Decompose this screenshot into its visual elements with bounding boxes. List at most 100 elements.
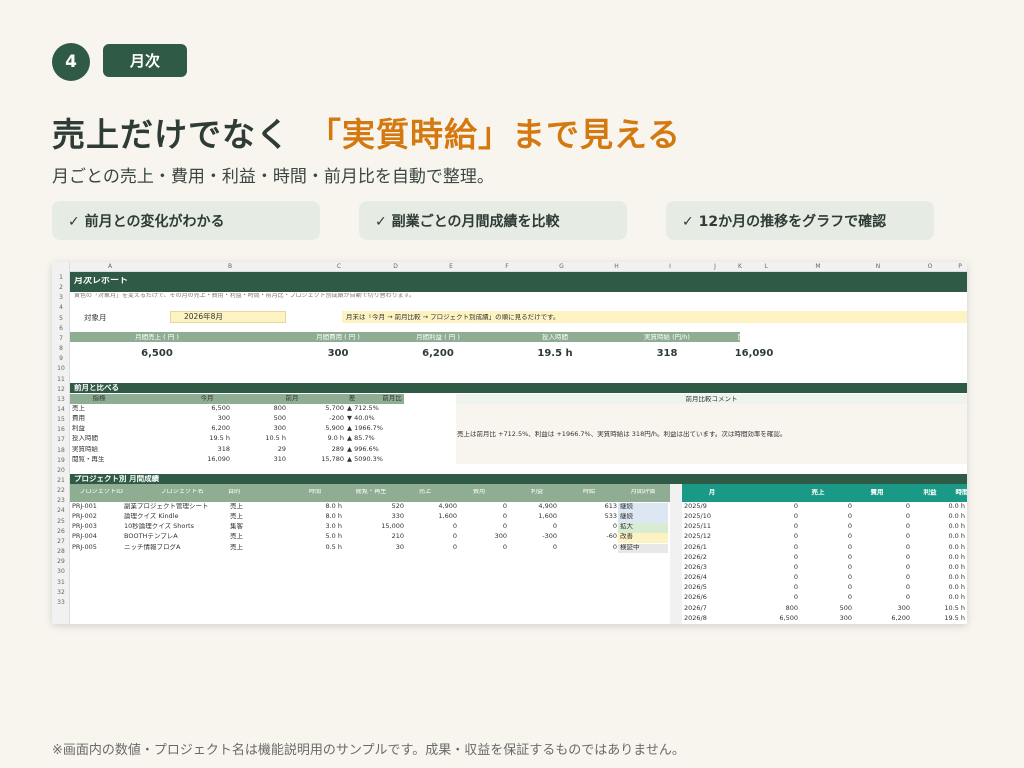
trend-cell: 0: [793, 584, 798, 592]
row-number: 7: [59, 334, 63, 342]
project-header: 費用: [472, 489, 486, 495]
compare-cell: 19.5 h: [209, 435, 230, 443]
row-number: 4: [59, 304, 63, 312]
feature-pill-trend: ✓ 12か月の推移をグラフで確認: [666, 201, 934, 240]
trend-cell: 2026/8: [684, 614, 707, 622]
project-evaluation-badge: 拡大: [618, 523, 668, 533]
project-cell: 0: [552, 523, 557, 531]
row-number: 25: [57, 517, 65, 525]
row-number: 8: [59, 345, 63, 353]
project-evaluation-badge: 継続: [618, 513, 668, 523]
page-headline: 売上だけでなく 「実質時給」まで見える: [52, 108, 681, 156]
project-header: 目的: [228, 489, 241, 495]
trend-cell: 0.0 h: [948, 523, 965, 531]
trend-cell: 19.5 h: [944, 614, 965, 622]
trend-cell: 2026/4: [684, 574, 707, 582]
compare-cell: 5,900: [325, 425, 344, 433]
trend-cell: 0: [847, 543, 852, 551]
trend-cell: 0.0 h: [948, 513, 965, 521]
disclaimer-footnote: ※画面内の数値・プロジェクト名は機能説明用のサンプルです。成果・収益を保証するも…: [52, 743, 685, 758]
kpi-label: 月間費用 ( 円 ): [316, 334, 360, 341]
project-cell: PRJ-003: [72, 523, 97, 531]
kpi-value: 300: [327, 348, 349, 359]
project-evaluation-badge: 改善: [618, 533, 668, 543]
trend-header: 費用: [870, 489, 884, 496]
trend-cell: 2026/2: [684, 553, 707, 561]
project-cell: 0: [502, 523, 507, 531]
trend-cell: 0: [905, 594, 910, 602]
trend-cell: 0.0 h: [948, 574, 965, 582]
project-cell: 0: [552, 543, 557, 551]
project-cell: 1,600: [438, 513, 457, 521]
trend-cell: 2026/7: [684, 604, 707, 612]
project-header: 月間評価: [630, 489, 656, 495]
project-cell: 520: [391, 503, 404, 510]
project-cell: 330: [391, 513, 404, 521]
trend-cell: 0: [793, 533, 798, 541]
project-cell: 10秒論理クイズ Shorts: [124, 523, 194, 531]
project-cell: 8.0 h: [325, 513, 342, 521]
trend-cell: 0.0 h: [948, 553, 965, 561]
trend-cell: 0: [793, 574, 798, 582]
compare-cell: ▲ 5090.3%: [347, 455, 383, 463]
trend-cell: 0: [905, 543, 910, 551]
kpi-label: 月間売上 ( 円 ): [135, 334, 179, 341]
compare-header: 前月: [285, 395, 299, 402]
trend-cell: 0.0 h: [948, 594, 965, 602]
trend-cell: 0: [905, 533, 910, 541]
project-cell: 0: [452, 533, 457, 541]
compare-cell: 閲覧・再生: [72, 455, 105, 463]
projects-section-bar: [70, 474, 967, 484]
trend-cell: 2026/1: [684, 543, 707, 551]
project-cell: 0: [502, 503, 507, 510]
trend-cell: 0: [905, 523, 910, 531]
trend-cell: 0: [793, 543, 798, 551]
headline-main: 売上だけでなく: [52, 115, 290, 154]
project-cell: 0: [612, 543, 617, 551]
trend-cell: 0.0 h: [948, 543, 965, 551]
row-number: 30: [57, 568, 65, 576]
compare-comment: 売上は前月比 +712.5%、利益は +1966.7%、実質時給は 318円/h…: [457, 431, 787, 438]
project-header: 利益: [530, 489, 544, 495]
trend-cell: 0: [847, 553, 852, 561]
compare-header: 今月: [200, 395, 214, 402]
project-cell: PRJ-001: [72, 503, 97, 510]
trend-cell: 0: [847, 584, 852, 592]
trend-cell: 0: [793, 594, 798, 602]
project-header: 時間: [308, 489, 322, 495]
section-tag: 月次: [103, 44, 187, 77]
trend-header: 売上: [811, 489, 825, 496]
compare-section-title: 前月と比べる: [74, 384, 119, 392]
target-hint: 月末は「今月 → 前月比較 → プロジェクト別成績」の順に見るだけです。: [346, 314, 560, 321]
project-cell: 0: [452, 523, 457, 531]
row-number: 13: [57, 395, 65, 403]
row-number: 27: [57, 537, 65, 545]
row-number: 2: [59, 284, 63, 292]
row-number: 10: [57, 365, 65, 373]
project-evaluation-badge: 継続: [618, 503, 668, 513]
project-cell: 論理クイズ Kindle: [124, 513, 179, 521]
compare-cell: 6,200: [211, 425, 230, 433]
project-cell: 3.0 h: [325, 523, 342, 531]
compare-cell: 289: [331, 445, 344, 453]
row-number: 5: [59, 314, 63, 322]
project-cell: BOOTHテンプレA: [124, 533, 178, 541]
trend-cell: 0: [847, 523, 852, 531]
kpi-label: 投入時間: [542, 334, 568, 341]
compare-header: 前月比: [382, 395, 402, 402]
project-cell: 15,000: [381, 523, 404, 531]
row-number: 9: [59, 355, 63, 363]
trend-cell: 2025/9: [684, 503, 707, 510]
compare-cell: 6,500: [211, 405, 230, 412]
row-number: 26: [57, 527, 65, 535]
project-header: プロジェクトID: [79, 489, 123, 495]
target-month-value[interactable]: 2026年8月: [184, 313, 223, 321]
page-subtitle: 月ごとの売上・費用・利益・時間・前月比を自動で整理。: [52, 167, 494, 187]
row-number: 21: [57, 477, 65, 484]
compare-cell: 16,090: [207, 455, 230, 463]
project-cell: 副業プロジェクト管理シート: [124, 503, 209, 510]
project-cell: 533: [604, 513, 617, 521]
compare-cell: ▲ 712.5%: [347, 405, 379, 412]
kpi-value: 6,200: [422, 348, 454, 359]
project-header: プロジェクト名: [160, 489, 204, 495]
